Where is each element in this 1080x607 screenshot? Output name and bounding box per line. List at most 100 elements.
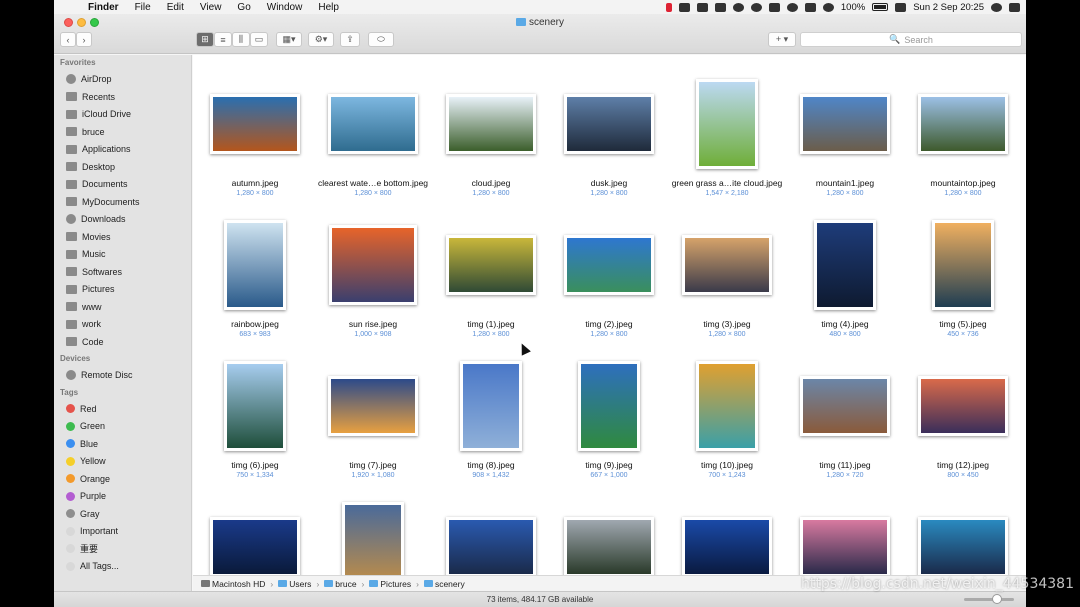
input-method-icon[interactable] [895, 2, 907, 12]
sidebar-item-icloud-drive[interactable]: iCloud Drive [66, 107, 131, 121]
file-name[interactable]: timg (1).jpeg [426, 319, 556, 329]
image-thumbnail[interactable] [800, 517, 890, 575]
sidebar-item-desktop[interactable]: Desktop [66, 160, 115, 174]
wifi-icon[interactable] [822, 2, 834, 12]
group-by-button[interactable]: ▦▾ [276, 32, 302, 47]
file-name[interactable]: sun rise.jpeg [308, 319, 438, 329]
path-crumb[interactable]: scenery [423, 579, 465, 589]
menu-file[interactable]: File [127, 2, 159, 13]
sidebar-item-tag-0[interactable]: Red [66, 402, 97, 416]
image-thumbnail[interactable] [329, 225, 417, 305]
edit-tags-button[interactable]: ⬭ [368, 32, 394, 47]
column-view-button[interactable]: ⫼ [232, 32, 250, 47]
sidebar-item-tag-2[interactable]: Blue [66, 437, 98, 451]
file-name[interactable]: cloud.jpeg [426, 178, 556, 188]
image-thumbnail[interactable] [932, 220, 994, 310]
image-thumbnail[interactable] [210, 517, 300, 575]
sidebar-item-code[interactable]: Code [66, 335, 104, 349]
file-name[interactable]: timg (11).jpeg [780, 460, 910, 470]
menu-go[interactable]: Go [229, 2, 258, 13]
sidebar-item-tag-8[interactable]: 重要 [66, 542, 98, 556]
file-name[interactable]: timg (9).jpeg [544, 460, 674, 470]
qq-icon[interactable] [732, 2, 744, 12]
menu-view[interactable]: View [192, 2, 230, 13]
image-thumbnail[interactable] [564, 94, 654, 154]
image-thumbnail[interactable] [342, 502, 404, 575]
file-name[interactable]: timg (12).jpeg [898, 460, 1026, 470]
file-name[interactable]: timg (6).jpeg [193, 460, 320, 470]
file-name[interactable]: timg (5).jpeg [898, 319, 1026, 329]
sidebar-item-downloads[interactable]: Downloads [66, 212, 126, 226]
image-thumbnail[interactable] [578, 361, 640, 451]
file-name[interactable]: timg (7).jpeg [308, 460, 438, 470]
sidebar-item-work[interactable]: work [66, 317, 101, 331]
image-thumbnail[interactable] [224, 361, 286, 451]
gallery-view-button[interactable]: ▭ [250, 32, 268, 47]
image-thumbnail[interactable] [800, 94, 890, 154]
app-status-icon[interactable] [714, 2, 726, 12]
sidebar-item-tag-6[interactable]: Gray [66, 507, 100, 521]
file-name[interactable]: timg (10).jpeg [662, 460, 792, 470]
image-thumbnail[interactable] [918, 517, 1008, 575]
file-name[interactable]: timg (3).jpeg [662, 319, 792, 329]
clock-datetime[interactable]: Sun 2 Sep 20:25 [913, 2, 984, 13]
search-input[interactable]: 🔍 Search [800, 32, 1022, 47]
file-name[interactable]: timg (4).jpeg [780, 319, 910, 329]
image-thumbnail[interactable] [696, 361, 758, 451]
wechat-icon[interactable] [750, 2, 762, 12]
sidebar-item-mydocuments[interactable]: MyDocuments [66, 195, 140, 209]
file-name[interactable]: mountaintop.jpeg [898, 178, 1026, 188]
file-name[interactable]: timg (8).jpeg [426, 460, 556, 470]
file-name[interactable]: timg (2).jpeg [544, 319, 674, 329]
sidebar-item-airdrop[interactable]: AirDrop [66, 72, 112, 86]
recording-icon[interactable] [665, 2, 672, 12]
sidebar-item-recents[interactable]: Recents [66, 90, 115, 104]
sidebar-item-tag-7[interactable]: Important [66, 524, 118, 538]
image-thumbnail[interactable] [328, 94, 418, 154]
image-thumbnail[interactable] [446, 94, 536, 154]
sidebar-item-tag-4[interactable]: Orange [66, 472, 110, 486]
image-thumbnail[interactable] [224, 220, 286, 310]
action-gear-button[interactable]: ⚙▾ [308, 32, 334, 47]
image-thumbnail[interactable] [682, 235, 772, 295]
sidebar-item-bruce[interactable]: bruce [66, 125, 105, 139]
sidebar-item-tag-3[interactable]: Yellow [66, 454, 106, 468]
forward-button[interactable]: › [76, 32, 92, 47]
sidebar-item-www[interactable]: www [66, 300, 102, 314]
menu-window[interactable]: Window [259, 2, 311, 13]
image-thumbnail[interactable] [210, 94, 300, 154]
sidebar-item-applications[interactable]: Applications [66, 142, 131, 156]
icon-size-slider[interactable] [964, 594, 1014, 604]
image-thumbnail[interactable] [682, 517, 772, 575]
image-thumbnail[interactable] [460, 361, 522, 451]
icon-size-slider-knob[interactable] [992, 594, 1002, 604]
add-button[interactable]: + ▾ [768, 32, 796, 47]
battery-icon[interactable] [872, 3, 889, 11]
image-thumbnail[interactable] [564, 517, 654, 575]
image-thumbnail[interactable] [696, 79, 758, 169]
image-thumbnail[interactable] [800, 376, 890, 436]
file-name[interactable]: clearest wate…e bottom.jpeg [308, 178, 438, 188]
path-crumb[interactable]: bruce [324, 579, 357, 589]
file-name[interactable]: dusk.jpeg [544, 178, 674, 188]
sidebar-item-tag-1[interactable]: Green [66, 419, 105, 433]
image-thumbnail[interactable] [564, 235, 654, 295]
file-name[interactable]: autumn.jpeg [193, 178, 320, 188]
image-thumbnail[interactable] [814, 220, 876, 310]
sidebar-item-remote-disc[interactable]: Remote Disc [66, 368, 133, 382]
cloud-icon[interactable] [786, 2, 798, 12]
share-button[interactable]: ⇪ [340, 32, 360, 47]
sidebar-item-music[interactable]: Music [66, 247, 106, 261]
spotlight-icon[interactable] [991, 2, 1002, 12]
screen-capture-icon[interactable] [678, 2, 690, 12]
image-thumbnail[interactable] [446, 517, 536, 575]
image-thumbnail[interactable] [918, 376, 1008, 436]
sidebar-item-tag-5[interactable]: Purple [66, 489, 106, 503]
file-name[interactable]: rainbow.jpeg [193, 319, 320, 329]
list-view-button[interactable]: ≡ [214, 32, 232, 47]
file-name[interactable]: mountain1.jpeg [780, 178, 910, 188]
sidebar-item-movies[interactable]: Movies [66, 230, 111, 244]
app-status-icon[interactable] [696, 2, 708, 12]
sidebar-item-pictures[interactable]: Pictures [66, 282, 115, 296]
path-crumb[interactable]: Users [278, 579, 311, 589]
